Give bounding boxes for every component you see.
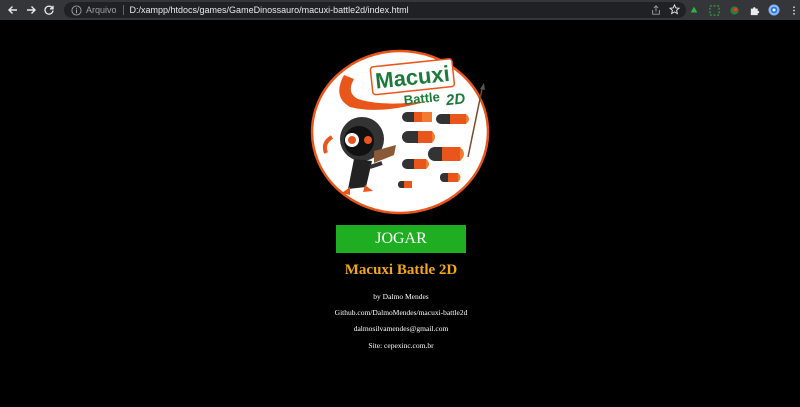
extension-dotted-icon[interactable] bbox=[708, 4, 720, 16]
scheme-label: Arquivo bbox=[86, 5, 117, 15]
extensions-puzzle-icon[interactable] bbox=[748, 4, 760, 16]
browser-toolbar: Arquivo D:/xampp/htdocs/games/GameDinoss… bbox=[0, 0, 800, 20]
game-title: Macuxi Battle 2D bbox=[344, 262, 458, 278]
extensions-area bbox=[688, 2, 800, 18]
back-arrow-icon bbox=[8, 6, 17, 14]
author-text: by Dalmo Mendes bbox=[373, 292, 429, 301]
game-logo-image: Macuxi Battle 2D bbox=[310, 49, 490, 215]
logo-2d-text: 2D bbox=[444, 90, 466, 109]
profile-avatar-icon[interactable] bbox=[768, 4, 780, 16]
separator bbox=[122, 5, 124, 15]
extension-triangle-icon[interactable] bbox=[688, 4, 700, 16]
info-icon[interactable] bbox=[70, 4, 82, 16]
url-text[interactable]: D:/xampp/htdocs/games/GameDinossauro/mac… bbox=[130, 5, 409, 15]
back-button[interactable] bbox=[4, 0, 22, 20]
share-icon[interactable] bbox=[650, 4, 661, 15]
site-text[interactable]: Site: cepexinc.com.br bbox=[0, 341, 800, 350]
extension-swirl-icon[interactable] bbox=[728, 4, 740, 16]
play-button[interactable]: JOGAR bbox=[336, 225, 466, 253]
email-text[interactable]: dalmosilvamendes@gmail.com bbox=[0, 324, 800, 333]
forward-arrow-icon bbox=[27, 6, 36, 14]
reload-icon bbox=[44, 5, 54, 15]
bookmark-star-icon[interactable] bbox=[669, 4, 680, 15]
reload-button[interactable] bbox=[40, 0, 58, 20]
forward-button[interactable] bbox=[22, 0, 40, 20]
address-bar[interactable]: Arquivo D:/xampp/htdocs/games/GameDinoss… bbox=[64, 2, 686, 18]
github-link[interactable]: Github.com/DalmoMendes/macuxi-battle2d bbox=[0, 308, 800, 317]
menu-kebab-icon[interactable] bbox=[788, 4, 800, 16]
game-logo: Macuxi Battle 2D bbox=[310, 49, 490, 215]
